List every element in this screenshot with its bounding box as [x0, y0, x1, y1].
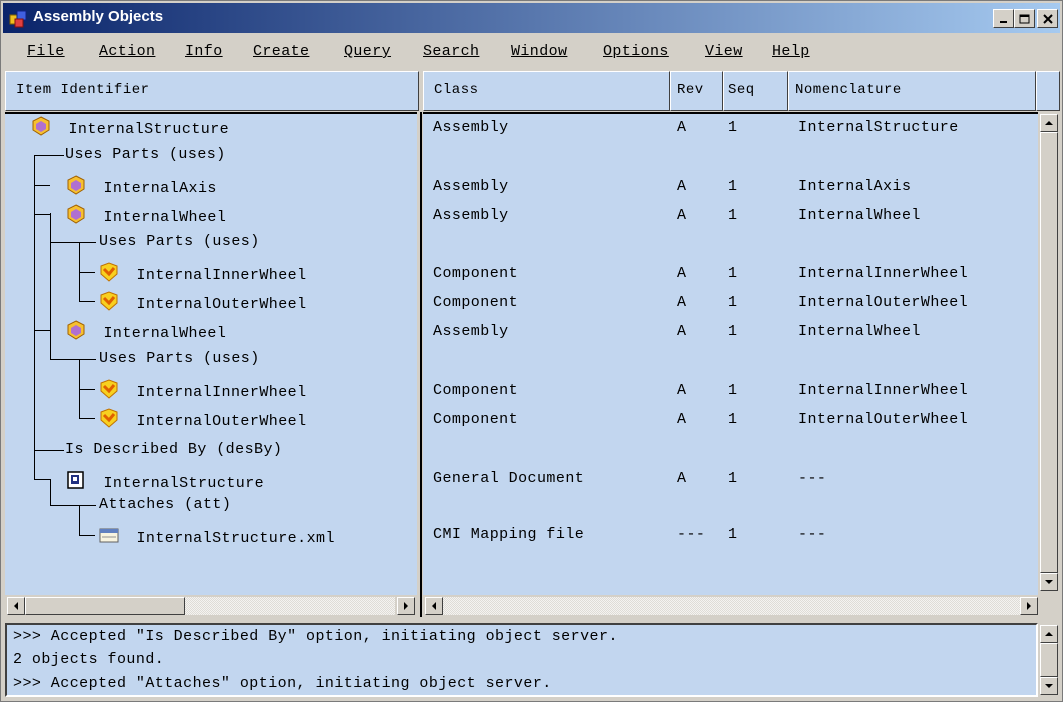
menu-query[interactable]: Query [344, 43, 391, 60]
menu-create[interactable]: Create [253, 43, 309, 60]
log-vscrollbar[interactable] [1038, 623, 1060, 697]
header-nomenclature[interactable]: Nomenclature [788, 71, 1036, 111]
arrow-down-icon [1045, 684, 1053, 688]
menu-action[interactable]: Action [99, 43, 155, 60]
scroll-down-button[interactable] [1040, 677, 1058, 695]
arrow-down-icon [1045, 580, 1053, 584]
item-tree-pane: InternalStructure Uses Parts (uses) Inte… [5, 112, 417, 595]
scroll-left-button[interactable] [7, 597, 25, 615]
component-icon [100, 262, 118, 282]
assembly-icon [67, 175, 85, 195]
component-icon [100, 291, 118, 311]
scroll-left-button[interactable] [425, 597, 443, 615]
detail-row[interactable]: Component [433, 411, 518, 440]
log-line: >>> Accepted "Is Described By" option, i… [13, 628, 618, 645]
menu-search[interactable]: Search [423, 43, 479, 60]
close-button[interactable] [1037, 9, 1058, 28]
minimize-icon [999, 20, 1007, 23]
detail-row[interactable]: Assembly [433, 119, 509, 148]
close-icon [1042, 13, 1053, 24]
header-class[interactable]: Class [423, 71, 670, 111]
assembly-icon [67, 204, 85, 224]
detail-row[interactable]: Component [433, 382, 518, 411]
details-vscrollbar[interactable] [1038, 112, 1060, 595]
tree-row[interactable]: Uses Parts (uses) [99, 233, 260, 262]
scroll-down-button[interactable] [1040, 573, 1058, 591]
tree-row[interactable]: InternalAxis [66, 175, 217, 204]
detail-row[interactable]: Assembly [433, 178, 509, 207]
scroll-thumb[interactable] [1040, 643, 1058, 677]
window-title: Assembly Objects [33, 8, 164, 25]
log-line: >>> Accepted "Attaches" option, initiati… [13, 675, 552, 692]
tree-row[interactable]: Is Described By (desBy) [65, 441, 282, 470]
tree-row[interactable]: Attaches (att) [99, 496, 231, 525]
scroll-up-button[interactable] [1040, 625, 1058, 643]
arrow-left-icon [14, 602, 18, 610]
tree-row[interactable]: InternalStructure [66, 470, 264, 499]
maximize-button[interactable] [1014, 9, 1035, 28]
header-item-identifier[interactable]: Item Identifier [5, 71, 419, 111]
menu-help[interactable]: Help [772, 43, 810, 60]
menu-view[interactable]: View [705, 43, 743, 60]
detail-row[interactable]: Component [433, 265, 518, 294]
component-icon [100, 408, 118, 428]
scroll-right-button[interactable] [397, 597, 415, 615]
detail-row[interactable]: Assembly [433, 323, 509, 352]
header-filler [1036, 71, 1060, 111]
menu-file[interactable]: File [27, 43, 65, 60]
detail-row[interactable]: CMI Mapping file [433, 526, 584, 555]
tree-hscrollbar[interactable] [5, 595, 417, 617]
tree-row[interactable]: Uses Parts (uses) [65, 146, 226, 175]
maximize-icon [1019, 14, 1030, 23]
detail-row[interactable]: Component [433, 294, 518, 323]
scroll-up-button[interactable] [1040, 114, 1058, 132]
tree-row[interactable]: InternalWheel [66, 320, 226, 349]
menu-info[interactable]: Info [185, 43, 223, 60]
tree-row[interactable]: InternalWheel [66, 204, 226, 233]
header-seq[interactable]: Seq [723, 71, 788, 111]
tree-row[interactable]: InternalInnerWheel [99, 379, 307, 408]
details-hscrollbar[interactable] [423, 595, 1038, 617]
detail-row[interactable]: General Document [433, 470, 584, 499]
arrow-left-icon [432, 602, 436, 610]
arrow-right-icon [404, 602, 408, 610]
assembly-objects-window: Assembly Objects File Action Info Create… [0, 0, 1063, 702]
title-bar[interactable]: Assembly Objects [3, 3, 1060, 33]
scroll-thumb[interactable] [1040, 132, 1058, 573]
arrow-right-icon [1027, 602, 1031, 610]
tree-row[interactable]: InternalStructure.xml [99, 525, 335, 554]
minimize-button[interactable] [993, 9, 1014, 28]
arrow-up-icon [1045, 121, 1053, 125]
scroll-right-button[interactable] [1020, 597, 1038, 615]
file-icon [99, 528, 119, 543]
header-rev[interactable]: Rev [670, 71, 723, 111]
detail-row[interactable]: Assembly [433, 207, 509, 236]
menu-bar: File Action Info Create Query Search Win… [3, 35, 1060, 69]
tree-row[interactable]: InternalStructure [31, 116, 229, 145]
component-icon [100, 379, 118, 399]
assembly-icon [67, 320, 85, 340]
app-icon [9, 10, 27, 28]
tree-row[interactable]: InternalInnerWheel [99, 262, 307, 291]
tree-row[interactable]: InternalOuterWheel [99, 408, 307, 437]
document-icon [67, 471, 84, 489]
menu-options[interactable]: Options [603, 43, 669, 60]
tree-row[interactable]: InternalOuterWheel [99, 291, 307, 320]
menu-window[interactable]: Window [511, 43, 567, 60]
scroll-thumb[interactable] [25, 597, 185, 615]
tree-row[interactable]: Uses Parts (uses) [99, 350, 260, 379]
log-line: 2 objects found. [13, 651, 165, 668]
arrow-up-icon [1045, 632, 1053, 636]
message-log[interactable]: >>> Accepted "Is Described By" option, i… [5, 623, 1038, 697]
assembly-icon [32, 116, 50, 136]
